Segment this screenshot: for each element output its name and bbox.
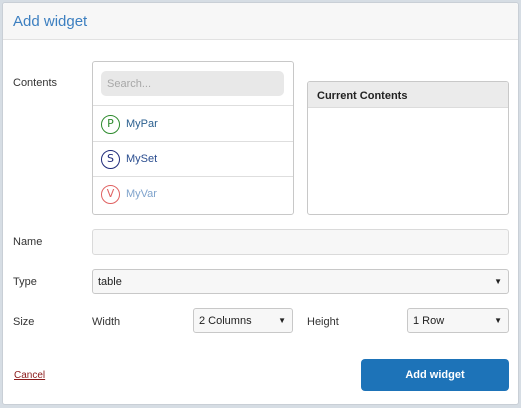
dialog-title: Add widget — [13, 13, 88, 30]
contents-list: P MyPar S MySet V MyVar — [92, 61, 294, 215]
content-item-mypar[interactable]: P MyPar — [93, 107, 293, 142]
contents-label: Contents — [13, 77, 58, 89]
content-item-label: MyVar — [126, 188, 157, 200]
current-contents-title: Current Contents — [317, 90, 408, 102]
content-item-myset[interactable]: S MySet — [93, 142, 293, 177]
dialog-header: Add widget — [3, 3, 518, 40]
content-item-label: MySet — [126, 153, 158, 165]
add-widget-dialog: Add widget Contents P MyPar S MySet V My… — [2, 2, 519, 405]
height-select[interactable]: 1 Row ▼ — [407, 308, 509, 333]
current-contents-header: Current Contents — [308, 82, 508, 108]
cancel-link[interactable]: Cancel — [14, 370, 45, 381]
variable-icon: V — [101, 185, 120, 204]
name-label: Name — [13, 236, 43, 248]
search-row — [93, 62, 293, 106]
set-icon: S — [101, 150, 120, 169]
parameter-icon: P — [101, 115, 120, 134]
add-widget-button[interactable]: Add widget — [361, 359, 509, 391]
caret-down-icon: ▼ — [494, 277, 502, 286]
type-label: Type — [13, 276, 37, 288]
current-contents-panel[interactable]: Current Contents — [307, 81, 509, 215]
caret-down-icon: ▼ — [278, 316, 286, 325]
height-label: Height — [307, 316, 339, 328]
width-label: Width — [92, 316, 121, 328]
width-select-value: 2 Columns — [199, 315, 252, 327]
content-item-label: MyPar — [126, 118, 158, 130]
type-select-value: table — [98, 276, 122, 288]
height-select-value: 1 Row — [413, 315, 445, 327]
caret-down-icon: ▼ — [494, 316, 502, 325]
type-select[interactable]: table ▼ — [92, 269, 509, 294]
width-select[interactable]: 2 Columns ▼ — [193, 308, 293, 333]
size-label: Size — [13, 316, 35, 328]
name-input[interactable] — [92, 229, 509, 255]
search-input[interactable] — [101, 71, 284, 96]
content-item-myvar[interactable]: V MyVar — [93, 177, 293, 212]
